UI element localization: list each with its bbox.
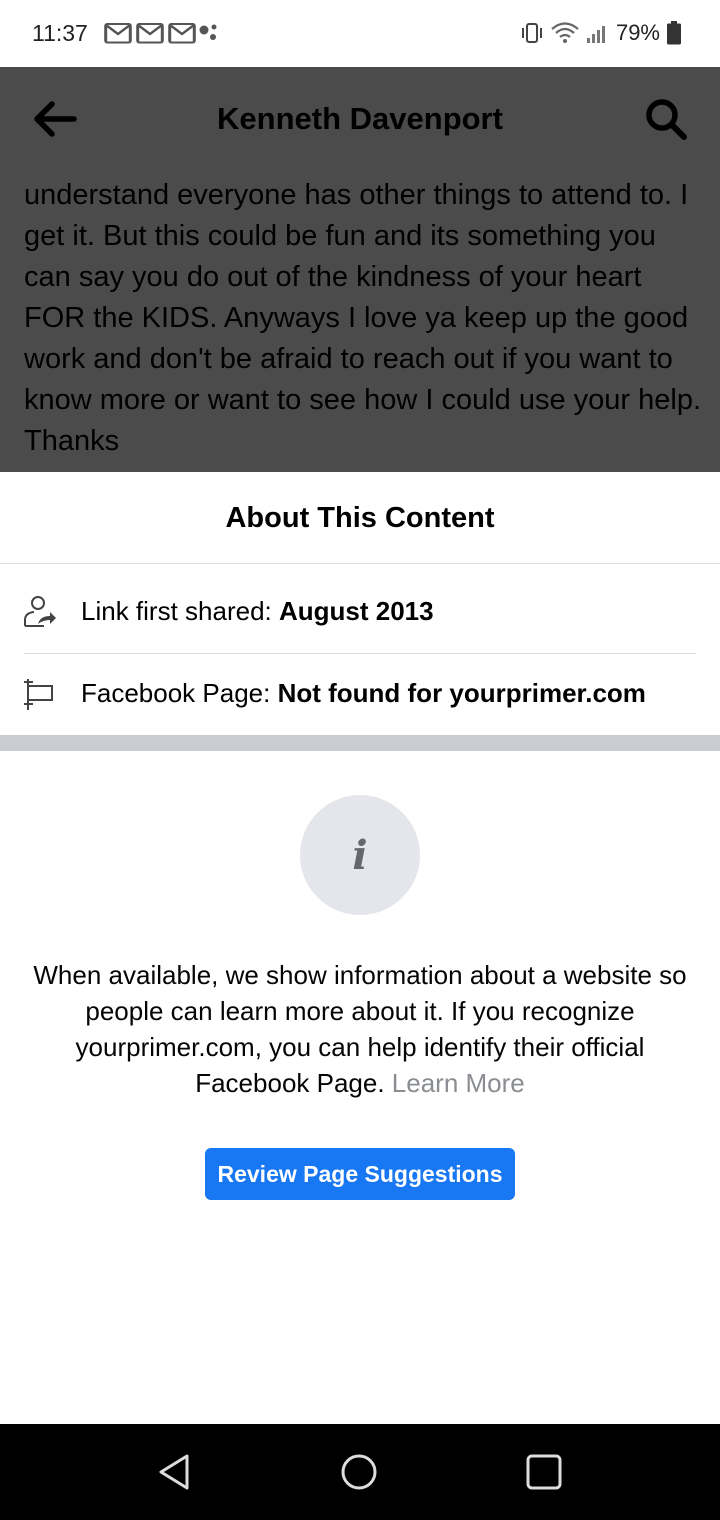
sheet-title: About This Content — [225, 502, 495, 534]
assistant-dots-icon — [199, 24, 217, 40]
link-first-shared-text: Link first shared: August 2013 — [81, 596, 434, 627]
vibrate-icon — [521, 23, 542, 43]
facebook-page-row: Facebook Page: Not found for yourprimer.… — [0, 654, 720, 736]
top-bar: Kenneth Davenport — [0, 67, 720, 171]
row-label: Facebook Page: — [81, 678, 278, 708]
learn-more-link[interactable]: Learn More — [392, 1068, 525, 1098]
about-content-sheet: About This Content Link first shared: Au… — [0, 472, 720, 1424]
row-label: Link first shared: — [81, 596, 279, 626]
explanation-text: When available, we show information abou… — [20, 957, 700, 1101]
recents-square-icon[interactable] — [522, 1450, 566, 1494]
divider — [0, 563, 720, 564]
home-circle-icon[interactable] — [337, 1450, 381, 1494]
status-bar: 11:37 79% — [0, 0, 720, 67]
gmail-icon — [168, 23, 196, 44]
section-divider — [0, 735, 720, 751]
person-share-icon — [24, 596, 56, 627]
info-icon: i — [300, 795, 420, 915]
link-first-shared-row: Link first shared: August 2013 — [0, 572, 720, 654]
row-value: Not found for yourprimer.com — [277, 678, 646, 708]
explanation-body: When available, we show information abou… — [33, 960, 687, 1098]
wifi-icon — [551, 22, 579, 43]
navigation-bar — [0, 1424, 720, 1520]
page-title: Kenneth Davenport — [217, 101, 503, 136]
search-icon[interactable] — [642, 95, 690, 143]
row-value: August 2013 — [278, 596, 434, 626]
dimmed-background[interactable]: Kenneth Davenport understand everyone ha… — [0, 67, 720, 472]
gmail-icon — [104, 23, 132, 44]
status-time: 11:37 — [32, 20, 88, 46]
battery-icon — [667, 21, 681, 45]
review-page-suggestions-button[interactable]: Review Page Suggestions — [205, 1148, 515, 1200]
gmail-icon — [136, 23, 164, 44]
flag-icon — [24, 679, 53, 710]
post-text: understand everyone has other things to … — [24, 179, 702, 457]
battery-percent: 79% — [615, 20, 660, 45]
signal-icon — [586, 26, 605, 43]
info-glyph: i — [352, 831, 368, 879]
status-right-cluster: 79% — [520, 20, 682, 46]
facebook-page-text: Facebook Page: Not found for yourprimer.… — [81, 678, 646, 709]
back-triangle-icon[interactable] — [153, 1450, 197, 1494]
